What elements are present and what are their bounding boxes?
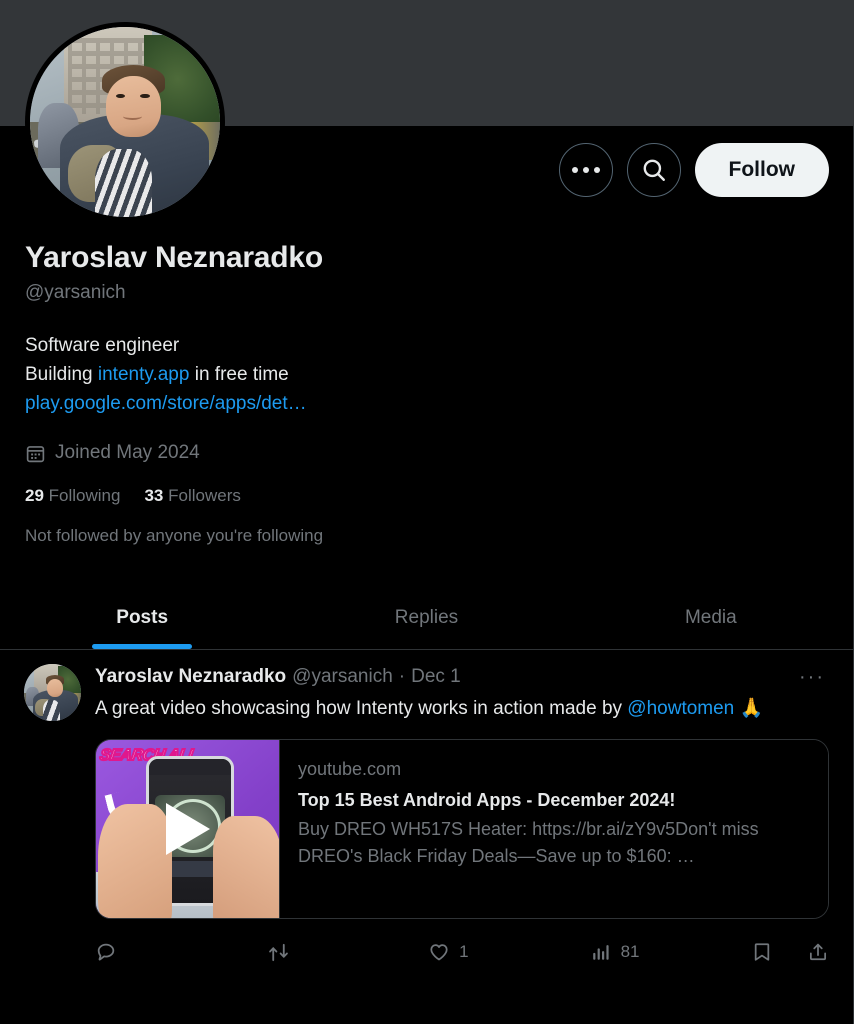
profile-display-name: Yaroslav Neznaradko bbox=[25, 241, 324, 274]
search-icon bbox=[643, 159, 665, 181]
following-count: 29 bbox=[25, 486, 44, 505]
bookmark-icon bbox=[754, 943, 770, 961]
thumbnail-hand-left bbox=[98, 804, 172, 918]
views-button[interactable]: 81 bbox=[590, 941, 751, 963]
tweet-author-avatar[interactable] bbox=[24, 664, 81, 721]
card-body: youtube.com Top 15 Best Android Apps - D… bbox=[280, 740, 828, 918]
tweet-header: Yaroslav Neznaradko @yarsanich · Dec 1 ·… bbox=[95, 664, 829, 690]
tab-posts-label: Posts bbox=[116, 606, 169, 628]
bio-line-1: Software engineer bbox=[25, 335, 180, 356]
joined-text: Joined May 2024 bbox=[55, 442, 200, 463]
profile-info: Yaroslav Neznaradko @yarsanich Software … bbox=[25, 240, 825, 546]
views-chart-icon bbox=[592, 945, 609, 960]
avatar-image bbox=[30, 27, 220, 217]
profile-tabs: Posts Replies Media bbox=[0, 586, 853, 650]
tab-posts[interactable]: Posts bbox=[0, 586, 284, 649]
followers-count: 33 bbox=[144, 486, 164, 505]
card-title: Top 15 Best Android Apps - December 2024… bbox=[298, 790, 676, 810]
tweet-body: Yaroslav Neznaradko @yarsanich · Dec 1 ·… bbox=[95, 664, 829, 973]
views-count: 81 bbox=[620, 942, 640, 961]
share-button[interactable] bbox=[807, 941, 829, 963]
tab-media[interactable]: Media bbox=[569, 586, 853, 649]
share-icon bbox=[809, 943, 827, 961]
tweet-more-button[interactable]: ··· bbox=[795, 664, 829, 690]
profile-stats: 29 Following 33 Followers bbox=[25, 486, 825, 506]
profile-page: Follow Yaroslav Neznaradko @yarsanich So… bbox=[0, 0, 854, 1024]
followers-stat[interactable]: 33 Followers bbox=[144, 486, 240, 506]
tweet-text-part: A great video showcasing how Intenty wor… bbox=[95, 698, 628, 719]
reply-button[interactable] bbox=[95, 941, 267, 963]
tweet-author-name[interactable]: Yaroslav Neznaradko bbox=[95, 665, 286, 690]
not-followed-notice: Not followed by anyone you're following bbox=[25, 526, 324, 545]
search-button[interactable] bbox=[626, 143, 681, 197]
card-domain: youtube.com bbox=[298, 759, 402, 779]
profile-bio: Software engineer Building intenty.app i… bbox=[25, 331, 825, 418]
tweet-text: A great video showcasing how Intenty wor… bbox=[95, 695, 829, 723]
followers-label: Followers bbox=[168, 486, 241, 505]
tab-replies-label: Replies bbox=[394, 606, 459, 628]
tweet-emoji: 🙏 bbox=[739, 698, 764, 719]
tweet-actions: 1 81 bbox=[95, 931, 829, 973]
follow-button[interactable]: Follow bbox=[694, 143, 829, 197]
link-preview-card[interactable]: SEARCH ALL youtube.com Top 15 Best Andro… bbox=[95, 739, 829, 919]
retweet-icon bbox=[268, 943, 288, 961]
reply-icon bbox=[97, 943, 115, 961]
bookmark-button[interactable] bbox=[751, 941, 773, 963]
tweet-mention-link[interactable]: @howtomen bbox=[627, 698, 734, 719]
profile-avatar[interactable] bbox=[25, 22, 225, 222]
tweet-date[interactable]: Dec 1 bbox=[411, 665, 461, 690]
heart-icon bbox=[430, 944, 448, 961]
joined-date: Joined May 2024 bbox=[25, 442, 825, 464]
profile-website-link[interactable]: play.google.com/store/apps/det… bbox=[25, 393, 307, 414]
play-button-icon[interactable] bbox=[165, 803, 210, 855]
tweet-secondary-actions bbox=[751, 941, 829, 963]
tab-replies[interactable]: Replies bbox=[284, 586, 568, 649]
like-button[interactable]: 1 bbox=[428, 941, 589, 963]
header-actions: Follow bbox=[558, 143, 829, 197]
like-count: 1 bbox=[459, 942, 469, 961]
thumbnail-hand-right bbox=[213, 816, 279, 918]
more-options-button[interactable] bbox=[558, 143, 613, 197]
bio-line-2-prefix: Building bbox=[25, 364, 98, 385]
card-thumbnail: SEARCH ALL bbox=[96, 740, 280, 918]
card-description: Buy DREO WH517S Heater: https://br.ai/zY… bbox=[298, 819, 759, 866]
bio-link-intenty[interactable]: intenty.app bbox=[98, 364, 190, 385]
tweet-separator: · bbox=[398, 665, 406, 687]
following-label: Following bbox=[48, 486, 121, 505]
tweet-item[interactable]: Yaroslav Neznaradko @yarsanich · Dec 1 ·… bbox=[0, 650, 853, 973]
tab-media-label: Media bbox=[684, 606, 737, 628]
retweet-button[interactable] bbox=[267, 941, 428, 964]
tab-active-underline bbox=[92, 644, 193, 649]
tweet-author-handle: @yarsanich bbox=[292, 665, 393, 687]
calendar-icon bbox=[26, 445, 45, 462]
following-stat[interactable]: 29 Following bbox=[25, 486, 120, 506]
profile-handle: @yarsanich bbox=[25, 282, 126, 303]
bio-line-2-suffix: in free time bbox=[189, 364, 289, 385]
more-icon bbox=[571, 167, 600, 173]
